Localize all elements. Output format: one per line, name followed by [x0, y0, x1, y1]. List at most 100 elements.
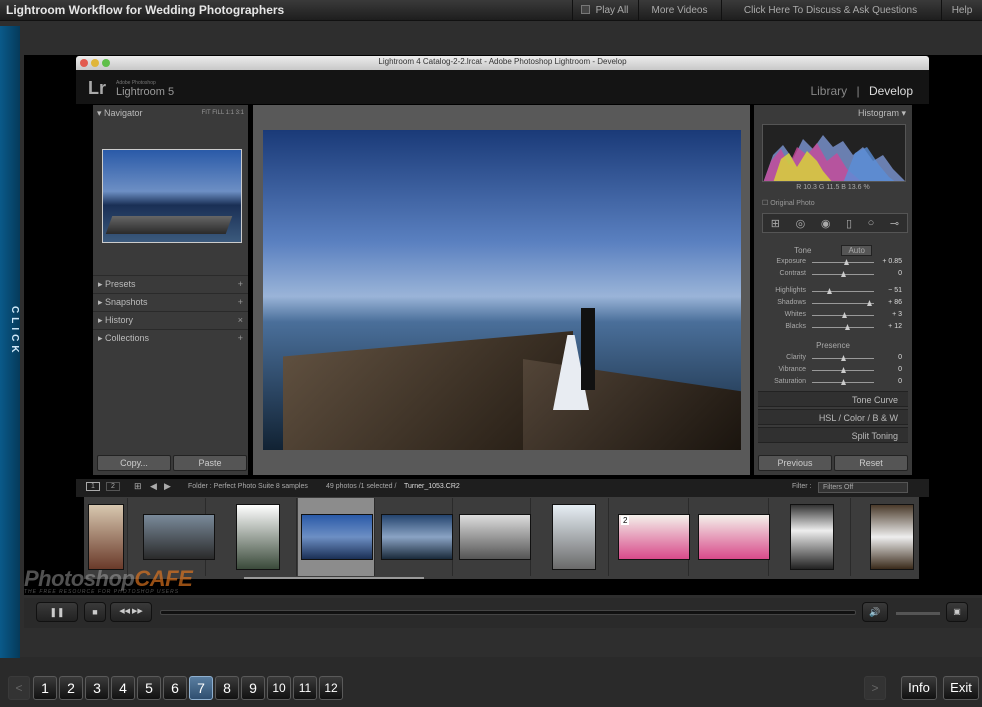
next-chapter-button[interactable]: > [864, 676, 886, 700]
history-clear-icon[interactable]: × [238, 312, 243, 329]
back-arrow-icon[interactable]: ◀ [150, 481, 157, 492]
filmstrip-thumb[interactable] [454, 498, 531, 576]
slider-value[interactable]: − 51 [888, 287, 902, 294]
slider-knob[interactable] [841, 355, 846, 361]
filmstrip-thumb[interactable] [854, 498, 919, 576]
slider-knob[interactable] [842, 312, 847, 318]
volume-slider[interactable] [896, 612, 940, 615]
slider-knob[interactable] [841, 367, 846, 373]
pause-button[interactable]: ❚❚ [36, 602, 78, 622]
panel-presets[interactable]: ▸ Presets + [93, 275, 248, 292]
panel-snapshots[interactable]: ▸ Snapshots + [93, 293, 248, 310]
selected-filename[interactable]: Turner_1053.CR2 [404, 483, 460, 490]
filmstrip-thumb[interactable] [692, 498, 770, 576]
filmstrip-thumb[interactable] [774, 498, 851, 576]
slider-track[interactable] [812, 379, 874, 385]
slider-knob[interactable] [827, 288, 832, 294]
graduated-filter-icon[interactable]: ▯ [846, 217, 852, 230]
chapter-12-button[interactable]: 12 [319, 676, 343, 700]
previous-button[interactable]: Previous [758, 455, 832, 471]
red-eye-icon[interactable]: ◉ [821, 217, 831, 230]
slider-value[interactable]: + 0.85 [882, 258, 902, 265]
chapter-7-button[interactable]: 7 [189, 676, 213, 700]
panel-history[interactable]: ▸ History × [93, 311, 248, 328]
chapter-1-button[interactable]: 1 [33, 676, 57, 700]
slider-track[interactable] [812, 312, 874, 318]
main-photo[interactable] [263, 130, 741, 450]
filmstrip-thumb[interactable] [84, 498, 128, 576]
chapter-3-button[interactable]: 3 [85, 676, 109, 700]
prev-chapter-button[interactable]: < [8, 676, 30, 700]
chapter-2-button[interactable]: 2 [59, 676, 83, 700]
fullscreen-icon[interactable]: ▣ [946, 602, 968, 622]
original-photo-toggle[interactable]: ☐ Original Photo [762, 199, 815, 207]
filmstrip-page-1[interactable]: 1 [86, 482, 100, 491]
stop-button[interactable]: ■ [84, 602, 106, 622]
slider-knob[interactable] [844, 259, 849, 265]
slider-clarity[interactable]: Clarity 0 [756, 353, 910, 364]
play-all-checkbox[interactable] [580, 5, 590, 14]
discuss-button[interactable]: Click Here To Discuss & Ask Questions [721, 0, 939, 21]
grid-view-icon[interactable]: ⊞ [134, 481, 142, 492]
slider-blacks[interactable]: Blacks + 12 [756, 322, 910, 333]
slider-highlights[interactable]: Highlights − 51 [756, 286, 910, 297]
chapter-8-button[interactable]: 8 [215, 676, 239, 700]
auto-button[interactable]: Auto [841, 245, 872, 256]
slider-track[interactable] [812, 271, 874, 277]
volume-icon[interactable]: 🔊 [862, 602, 888, 622]
more-videos-button[interactable]: More Videos [638, 0, 720, 21]
side-click-tab[interactable]: CLICK [0, 26, 20, 658]
slider-track[interactable] [812, 355, 874, 361]
slider-track[interactable] [812, 259, 874, 265]
slider-value[interactable]: 0 [898, 378, 902, 385]
split-toning-header[interactable]: Split Toning [758, 427, 908, 443]
filmstrip-page-2[interactable]: 2 [106, 482, 120, 491]
tone-curve-header[interactable]: Tone Curve [758, 391, 908, 407]
reset-button[interactable]: Reset [834, 455, 908, 471]
exit-button[interactable]: Exit [943, 676, 979, 700]
slider-track[interactable] [812, 300, 874, 306]
copy-button[interactable]: Copy... [97, 455, 171, 471]
radial-filter-icon[interactable]: ○ [868, 217, 875, 229]
slider-knob[interactable] [841, 379, 846, 385]
help-button[interactable]: Help [941, 0, 982, 21]
paste-button[interactable]: Paste [173, 455, 247, 471]
filmstrip-thumb[interactable] [129, 498, 215, 576]
slider-track[interactable] [812, 367, 874, 373]
spot-removal-icon[interactable]: ◎ [796, 217, 806, 230]
filmstrip-thumb[interactable] [220, 498, 297, 576]
seek-bar[interactable] [160, 610, 856, 615]
slider-knob[interactable] [845, 324, 850, 330]
slider-value[interactable]: 0 [898, 270, 902, 277]
slider-value[interactable]: + 3 [892, 311, 902, 318]
forward-arrow-icon[interactable]: ▶ [164, 481, 171, 492]
slider-value[interactable]: 0 [898, 366, 902, 373]
adjustment-brush-icon[interactable]: ⊸ [890, 217, 899, 230]
chapter-9-button[interactable]: 9 [241, 676, 265, 700]
histogram-header[interactable]: Histogram ▾ [858, 108, 906, 119]
module-library[interactable]: Library [810, 84, 847, 98]
slider-contrast[interactable]: Contrast 0 [756, 269, 910, 280]
rewind-button[interactable]: ◀◀ [119, 608, 130, 615]
slider-value[interactable]: + 86 [888, 299, 902, 306]
slider-track[interactable] [812, 288, 874, 294]
module-develop[interactable]: Develop [869, 84, 913, 98]
navigator-zoom-options[interactable]: FIT FILL 1:1 3:1 [202, 110, 244, 118]
filmstrip-thumb-selected[interactable] [298, 498, 375, 576]
slider-knob[interactable] [841, 271, 846, 277]
crop-icon[interactable]: ⊞ [771, 217, 780, 230]
slider-whites[interactable]: Whites + 3 [756, 310, 910, 321]
snapshots-add-icon[interactable]: + [238, 294, 243, 311]
info-button[interactable]: Info [901, 676, 937, 700]
chapter-6-button[interactable]: 6 [163, 676, 187, 700]
slider-saturation[interactable]: Saturation 0 [756, 377, 910, 388]
slider-value[interactable]: + 12 [888, 323, 902, 330]
histogram-graph[interactable] [762, 124, 906, 182]
navigator-header[interactable]: ▾ Navigator FIT FILL 1:1 3:1 [93, 105, 248, 121]
chapter-5-button[interactable]: 5 [137, 676, 161, 700]
hsl-header[interactable]: HSL / Color / B & W [758, 409, 908, 425]
forward-button[interactable]: ▶▶ [132, 608, 143, 615]
slider-exposure[interactable]: Exposure + 0.85 [756, 257, 910, 268]
panel-collections[interactable]: ▸ Collections + [93, 329, 248, 346]
slider-value[interactable]: 0 [898, 354, 902, 361]
